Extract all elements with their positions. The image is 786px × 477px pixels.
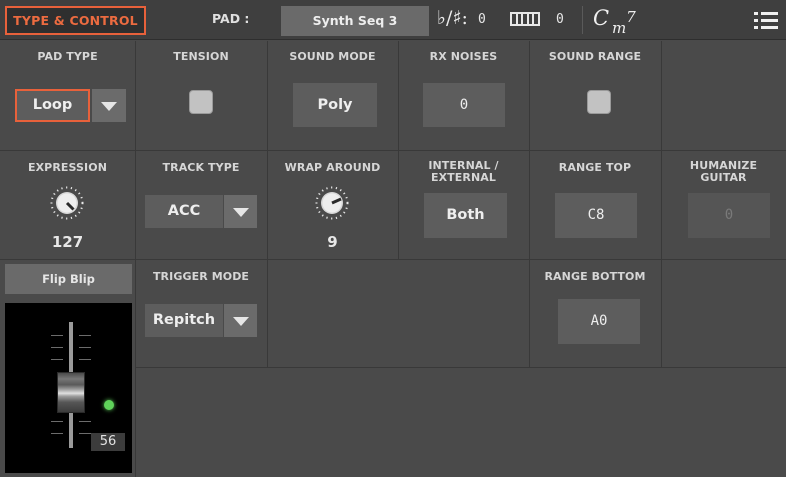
pad-name-selector[interactable]: Synth Seq 3 [281,6,429,36]
channel-led-indicator [104,400,114,410]
pad-channel-tab[interactable]: Flip Blip [5,264,132,294]
menu-icon[interactable] [754,12,778,30]
fader-tick [79,359,91,360]
volume-fader-handle[interactable] [57,372,85,413]
wrap-around-value: 9 [327,233,338,251]
range-bottom-title: RANGE BOTTOM [544,270,646,283]
fader-value: 56 [91,433,125,451]
range-top-title: RANGE TOP [558,161,632,174]
internal-external-title: INTERNAL / EXTERNAL [398,160,529,184]
tension-title: TENSION [173,50,229,63]
fader-tick [51,433,63,434]
range-bottom-value[interactable]: A0 [558,299,640,344]
keyboard-icon [510,12,540,26]
expression-title: EXPRESSION [27,161,108,174]
page-tab-type-control[interactable]: TYPE & CONTROL [5,6,146,35]
wrap-around-title: WRAP AROUND [284,161,381,174]
sound-range-checkbox[interactable] [587,90,611,114]
pad-mixer-channel: 56 [5,303,132,473]
pad-type-value: Loop [15,89,90,122]
fader-tick [51,421,63,422]
humanize-guitar-value: 0 [688,193,770,238]
rx-noises-title: RX NOISES [429,50,498,63]
fader-tick [51,347,63,348]
internal-external-button[interactable]: Both [424,193,507,238]
humanize-guitar-title-line2: GUITAR [700,171,747,184]
humanize-guitar-title: HUMANIZE GUITAR [661,160,786,184]
trigger-mode-title: TRIGGER MODE [152,270,250,283]
track-type-value: ACC [145,195,223,228]
chord-root: C [593,6,610,30]
fader-tick [51,359,63,360]
transpose-value: 0 [478,12,486,27]
header-divider [582,6,583,34]
chord-type: m7 [612,8,636,37]
sound-mode-title: SOUND MODE [289,50,376,63]
header-bar: TYPE & CONTROL PAD : Synth Seq 3 ♭/♯: 0 … [0,0,786,40]
pad-type-title: PAD TYPE [37,50,98,63]
range-top-value[interactable]: C8 [555,193,637,238]
chord-type-m: m [612,19,627,37]
sound-range-title: SOUND RANGE [548,50,642,63]
expression-knob[interactable] [50,186,84,220]
fader-tick [79,433,91,434]
fader-tick [79,335,91,336]
transpose-symbol: ♭/♯: [437,7,468,29]
chevron-down-icon[interactable] [224,304,257,337]
rx-noises-value[interactable]: 0 [423,83,505,127]
pad-label: PAD : [212,11,250,26]
fader-tick [79,347,91,348]
fader-tick [51,335,63,336]
tension-checkbox[interactable] [189,90,213,114]
expression-value: 127 [51,233,84,251]
sound-mode-button[interactable]: Poly [293,83,377,127]
wrap-around-knob[interactable] [315,186,349,220]
fader-tick [79,421,91,422]
chord-type-7: 7 [626,8,636,26]
octave-value: 0 [556,12,564,27]
track-type-title: TRACK TYPE [162,161,240,174]
chevron-down-icon[interactable] [92,89,126,122]
chevron-down-icon[interactable] [224,195,257,228]
internal-external-title-line2: EXTERNAL [430,171,496,184]
trigger-mode-value: Repitch [145,304,223,337]
